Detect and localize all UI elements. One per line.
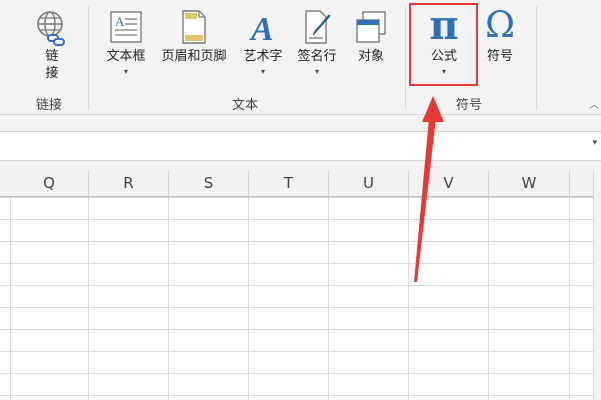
grid-line [328, 197, 329, 400]
column-header[interactable]: W [489, 171, 570, 196]
textbox-label: 文本框 [106, 49, 146, 64]
header-footer-button[interactable]: 页眉和页脚 [155, 8, 233, 65]
group-separator [88, 6, 89, 110]
signature-line-icon [305, 10, 331, 44]
link-button-label-1: 链 [45, 49, 59, 64]
wordart-label: 艺术字 [243, 49, 283, 64]
header-footer-label: 页眉和页脚 [161, 49, 227, 64]
formula-strip [0, 115, 601, 131]
object-label: 对象 [357, 49, 384, 64]
formula-bar[interactable]: ▾ [0, 131, 601, 161]
textbox-icon: A [110, 11, 142, 43]
signature-line-label: 签名行 [297, 49, 337, 64]
grid-line [488, 197, 489, 400]
equation-highlight-box [409, 3, 478, 86]
textbox-button[interactable]: A 文本框 ▾ [101, 8, 151, 77]
object-button[interactable]: 对象 [348, 8, 394, 65]
svg-text:A: A [115, 14, 125, 29]
link-group-label: 链接 [36, 98, 63, 113]
column-header[interactable]: V [409, 171, 489, 196]
symbol-label: 符号 [486, 49, 513, 64]
object-icon [356, 11, 386, 43]
column-header[interactable]: T [249, 171, 329, 196]
cell-grid[interactable] [0, 197, 601, 400]
gap-strip [0, 161, 601, 171]
group-separator [536, 6, 537, 110]
column-header[interactable]: R [89, 171, 169, 196]
grid-line [248, 197, 249, 400]
grid-line [168, 197, 169, 400]
svg-text:A: A [249, 11, 274, 48]
grid-line [408, 197, 409, 400]
column-header[interactable]: S [169, 171, 249, 196]
ribbon-collapse-icon[interactable]: ︿ [589, 96, 599, 111]
signature-line-dropdown-icon: ▾ [314, 67, 319, 76]
textbox-dropdown-icon: ▾ [123, 67, 128, 76]
signature-line-button[interactable]: 签名行 ▾ [292, 8, 342, 77]
grid-line [10, 197, 11, 400]
symbol-group-label: 符号 [456, 98, 483, 113]
grid-line [88, 197, 89, 400]
text-group-label: 文本 [232, 98, 259, 113]
formula-bar-expand-icon[interactable]: ▾ [592, 138, 597, 148]
wordart-button[interactable]: A 艺术字 ▾ [238, 8, 288, 77]
symbol-button[interactable]: Ω 符号 [479, 6, 521, 65]
grid-line [569, 197, 570, 400]
link-button[interactable]: 链 接 [30, 8, 74, 82]
wordart-icon: A [249, 11, 274, 48]
column-headers: Q R S T U V W [0, 171, 601, 197]
vertical-scrollbar[interactable] [593, 171, 601, 400]
column-header[interactable]: U [329, 171, 409, 196]
group-separator [405, 6, 406, 110]
link-globe-icon [37, 11, 65, 46]
omega-icon: Ω [485, 5, 515, 46]
link-button-label-2: 接 [45, 66, 59, 81]
wordart-dropdown-icon: ▾ [260, 67, 265, 76]
column-header[interactable]: Q [10, 171, 89, 196]
header-footer-icon [182, 10, 206, 44]
